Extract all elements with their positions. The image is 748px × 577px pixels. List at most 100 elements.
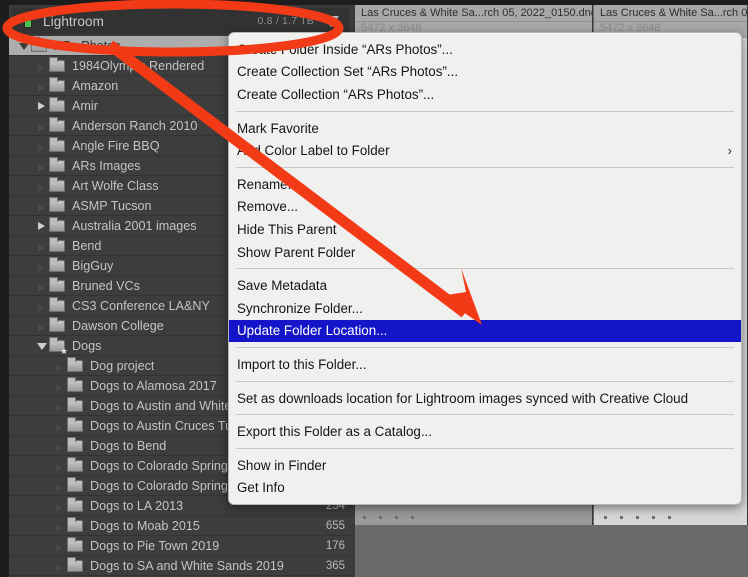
folder-icon — [31, 36, 47, 52]
folder-icon — [49, 116, 65, 132]
menu-separator — [236, 347, 734, 349]
folder-name-label: Amir — [72, 98, 98, 113]
rating-dot[interactable] — [363, 516, 366, 519]
folder-row[interactable]: Dogs to Pie Town 2019 176 — [9, 536, 355, 556]
context-menu-item[interactable]: Export this Folder as a Catalog... — [229, 420, 741, 443]
twisty-collapsed-icon[interactable] — [35, 99, 49, 113]
folder-name-label: Dogs to SA and White Sands 2019 — [90, 558, 284, 573]
chevron-down-icon[interactable] — [323, 15, 339, 27]
context-menu-item[interactable]: Mark Favorite — [229, 117, 741, 140]
twisty-expanded-icon[interactable] — [17, 39, 31, 53]
folder-icon — [49, 176, 65, 192]
menu-separator — [236, 414, 734, 416]
folder-icon — [67, 556, 83, 572]
folder-row[interactable]: Dogs to Moab 2015 655 — [9, 516, 355, 536]
folder-name-label: Dogs to Alamosa 2017 — [90, 378, 217, 393]
twisty-placeholder-icon — [35, 159, 49, 173]
folder-favorite-icon — [49, 336, 68, 356]
twisty-placeholder-icon — [53, 539, 67, 553]
twisty-placeholder-icon — [35, 139, 49, 153]
context-menu-item[interactable]: Create Collection Set “ARs Photos”... — [229, 61, 741, 84]
twisty-placeholder-icon — [35, 79, 49, 93]
context-menu-item[interactable]: Add Color Label to Folder › — [229, 139, 741, 162]
folder-name-label: ASMP Tucson — [72, 198, 152, 213]
twisty-placeholder-icon — [35, 119, 49, 133]
context-menu-item[interactable]: Rename... — [229, 173, 741, 196]
folder-name-label: Angle Fire BBQ — [72, 138, 160, 153]
context-menu-item[interactable]: Show in Finder — [229, 454, 741, 477]
context-menu-item[interactable]: Show Parent Folder — [229, 241, 741, 264]
context-menu-item-label: Import to this Folder... — [237, 356, 367, 372]
context-menu-item-label: Remove... — [237, 199, 299, 215]
context-menu-item[interactable]: Update Folder Location... — [229, 319, 741, 343]
rating-dot[interactable] — [395, 516, 398, 519]
context-menu-item[interactable]: Synchronize Folder... — [229, 297, 741, 320]
folder-name-label: Dogs — [72, 338, 102, 353]
rating-dot[interactable] — [652, 516, 655, 519]
context-menu-item-label: Show Parent Folder — [237, 244, 356, 260]
twisty-placeholder-icon — [35, 239, 49, 253]
catalog-header-row[interactable]: Lightroom 0.8 / 1.7 TB — [13, 8, 349, 34]
twisty-placeholder-icon — [53, 559, 67, 573]
rating-dots[interactable] — [604, 516, 671, 519]
folder-row[interactable]: Dogs to SA and White Sands 2019 365 — [9, 556, 355, 576]
context-menu-item-label: Hide This Parent — [237, 221, 337, 237]
context-menu-item-label: Add Color Label to Folder — [237, 143, 390, 159]
rating-dot[interactable] — [411, 516, 414, 519]
rating-dot[interactable] — [379, 516, 382, 519]
context-menu-item-label: Create Collection Set “ARs Photos”... — [237, 64, 459, 80]
folder-name-label: Australia 2001 images — [72, 218, 197, 233]
folder-icon — [49, 236, 65, 252]
twisty-placeholder-icon — [35, 259, 49, 273]
twisty-collapsed-icon[interactable] — [35, 219, 49, 233]
twisty-placeholder-icon — [53, 439, 67, 453]
grid-cell-caption: Las Cruces & White Sa...rch 05, 2022_015… — [355, 5, 592, 22]
twisty-placeholder-icon — [53, 479, 67, 493]
context-menu-item-label: Create Collection “ARs Photos”... — [237, 86, 435, 102]
folder-name-label: CS3 Conference LA&NY — [72, 298, 210, 313]
folder-icon — [67, 436, 83, 452]
twisty-placeholder-icon — [35, 319, 49, 333]
folder-name-label: Dogs to Colorado Spring — [90, 458, 228, 473]
rating-dot[interactable] — [604, 516, 607, 519]
rating-dot[interactable] — [620, 516, 623, 519]
context-menu-item-label: Update Folder Location... — [237, 323, 388, 339]
menu-separator — [236, 268, 734, 270]
rating-dot[interactable] — [636, 516, 639, 519]
folder-name-label: Dogs to LA 2013 — [90, 498, 184, 513]
folder-name-label: Dogs to Austin and White — [90, 398, 232, 413]
rating-dot[interactable] — [668, 516, 671, 519]
catalog-name-label: Lightroom — [43, 13, 104, 29]
folder-icon — [67, 356, 83, 372]
twisty-placeholder-icon — [53, 379, 67, 393]
twisty-expanded-icon[interactable] — [35, 339, 49, 353]
context-menu-item[interactable]: Get Info — [229, 477, 741, 500]
context-menu-item[interactable]: Create Collection “ARs Photos”... — [229, 83, 741, 106]
context-menu-item[interactable]: Remove... — [229, 196, 741, 219]
menu-separator — [236, 166, 734, 168]
folder-icon — [49, 56, 65, 72]
folder-name-label: Amazon — [72, 78, 119, 93]
twisty-placeholder-icon — [35, 199, 49, 213]
folder-icon — [49, 156, 65, 172]
folder-icon — [49, 316, 65, 332]
folder-icon — [49, 96, 65, 112]
folder-icon — [67, 376, 83, 392]
folder-context-menu[interactable]: Create Folder Inside “ARs Photos”... Crea… — [228, 32, 742, 506]
twisty-placeholder-icon — [53, 519, 67, 533]
folder-icon — [67, 476, 83, 492]
chevron-right-icon: › — [727, 143, 732, 159]
folder-icon — [67, 496, 83, 512]
context-menu-item[interactable]: Set as downloads location for Lightroom … — [229, 387, 741, 410]
twisty-placeholder-icon — [53, 459, 67, 473]
folder-name-label: Bruned VCs — [72, 278, 140, 293]
context-menu-item[interactable]: Import to this Folder... — [229, 353, 741, 376]
rating-dots[interactable] — [363, 516, 414, 519]
folder-name-label: Anderson Ranch 2010 — [72, 118, 198, 133]
context-menu-item[interactable]: Save Metadata — [229, 274, 741, 297]
folder-name-label: ARs Photos — [54, 38, 121, 53]
context-menu-item[interactable]: Hide This Parent — [229, 218, 741, 241]
context-menu-item[interactable]: Create Folder Inside “ARs Photos”... — [229, 38, 741, 61]
context-menu-item-label: Synchronize Folder... — [237, 300, 363, 316]
folder-name-label: Dogs to Bend — [90, 438, 167, 453]
